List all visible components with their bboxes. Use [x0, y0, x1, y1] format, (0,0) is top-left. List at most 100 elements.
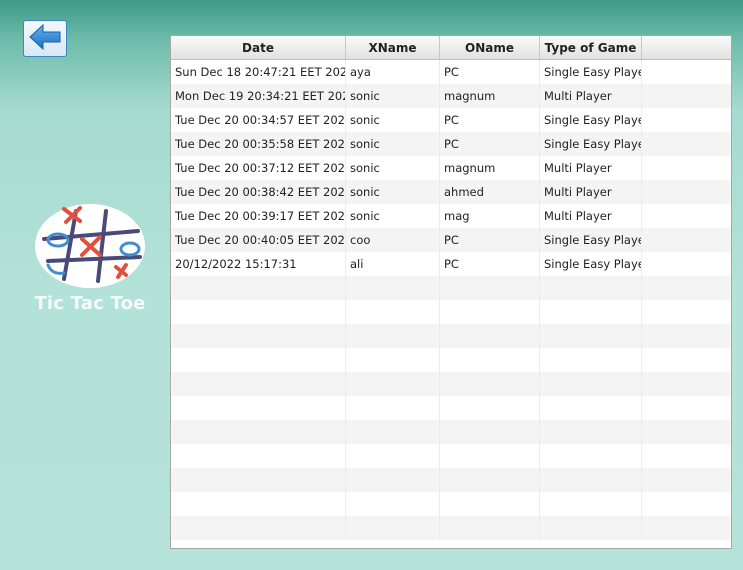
xname-cell: [346, 300, 440, 324]
column-header-type-of-game[interactable]: Type of Game: [540, 36, 642, 59]
filler-cell: [642, 156, 731, 180]
table-row[interactable]: [171, 276, 731, 300]
type-cell: [540, 444, 642, 468]
date-cell: 20/12/2022 15:17:31: [171, 252, 346, 276]
type-cell: [540, 396, 642, 420]
table-row[interactable]: [171, 468, 731, 492]
date-cell: Tue Dec 20 00:39:17 EET 2022: [171, 204, 346, 228]
table-row[interactable]: [171, 324, 731, 348]
oname-cell: PC: [440, 228, 540, 252]
back-button[interactable]: [23, 20, 67, 57]
date-cell: [171, 348, 346, 372]
oname-cell: [440, 444, 540, 468]
date-cell: [171, 300, 346, 324]
oname-cell: PC: [440, 132, 540, 156]
table-row[interactable]: [171, 492, 731, 516]
date-cell: [171, 276, 346, 300]
xname-cell: [346, 420, 440, 444]
date-cell: [171, 516, 346, 540]
type-cell: Single Easy Player: [540, 108, 642, 132]
filler-cell: [642, 60, 731, 84]
table-row[interactable]: Tue Dec 20 00:35:58 EET 2022 sonic PC Singl…: [171, 132, 731, 156]
xname-cell: [346, 444, 440, 468]
table-row[interactable]: [171, 396, 731, 420]
xname-cell: ali: [346, 252, 440, 276]
date-cell: [171, 444, 346, 468]
oname-cell: [440, 420, 540, 444]
type-cell: Multi Player: [540, 180, 642, 204]
type-cell: Single Easy Player: [540, 132, 642, 156]
date-cell: [171, 372, 346, 396]
type-cell: [540, 492, 642, 516]
oname-cell: PC: [440, 108, 540, 132]
oname-cell: [440, 492, 540, 516]
oname-cell: PC: [440, 60, 540, 84]
table-row[interactable]: [171, 516, 731, 540]
type-cell: [540, 420, 642, 444]
type-cell: [540, 372, 642, 396]
date-cell: Tue Dec 20 00:38:42 EET 2022: [171, 180, 346, 204]
table-row[interactable]: Tue Dec 20 00:40:05 EET 2022 coo PC Single …: [171, 228, 731, 252]
app-logo: Tic Tac Toe: [28, 203, 152, 314]
column-header-date[interactable]: Date: [171, 36, 346, 59]
type-cell: [540, 324, 642, 348]
oname-cell: mag: [440, 204, 540, 228]
oname-cell: [440, 276, 540, 300]
game-history-table[interactable]: Date XName OName Type of Game Sun Dec 18…: [170, 35, 732, 549]
oname-cell: [440, 372, 540, 396]
xname-cell: coo: [346, 228, 440, 252]
oname-cell: [440, 324, 540, 348]
date-cell: Sun Dec 18 20:47:21 EET 2022: [171, 60, 346, 84]
table-body: Sun Dec 18 20:47:21 EET 2022 aya PC Single …: [171, 60, 731, 540]
type-cell: Multi Player: [540, 204, 642, 228]
table-row[interactable]: Mon Dec 19 20:34:21 EET 2022 sonic magnum M…: [171, 84, 731, 108]
filler-cell: [642, 252, 731, 276]
table-row[interactable]: Tue Dec 20 00:34:57 EET 2022 sonic PC Singl…: [171, 108, 731, 132]
type-cell: Single Easy Player: [540, 60, 642, 84]
date-cell: Mon Dec 19 20:34:21 EET 2022: [171, 84, 346, 108]
date-cell: [171, 324, 346, 348]
xname-cell: sonic: [346, 132, 440, 156]
oname-cell: ahmed: [440, 180, 540, 204]
table-row[interactable]: Sun Dec 18 20:47:21 EET 2022 aya PC Single …: [171, 60, 731, 84]
table-row[interactable]: [171, 348, 731, 372]
tic-tac-toe-logo-icon: [35, 204, 145, 288]
oname-cell: [440, 468, 540, 492]
filler-cell: [642, 324, 731, 348]
table-row[interactable]: [171, 420, 731, 444]
column-header-filler: [642, 36, 731, 59]
filler-cell: [642, 468, 731, 492]
xname-cell: sonic: [346, 84, 440, 108]
xname-cell: sonic: [346, 204, 440, 228]
column-header-xname[interactable]: XName: [346, 36, 440, 59]
table-header: Date XName OName Type of Game: [171, 36, 731, 60]
filler-cell: [642, 420, 731, 444]
table-row[interactable]: 20/12/2022 15:17:31 ali PC Single Easy Play…: [171, 252, 731, 276]
app-title: Tic Tac Toe: [34, 293, 146, 314]
date-cell: Tue Dec 20 00:37:12 EET 2022: [171, 156, 346, 180]
type-cell: Multi Player: [540, 156, 642, 180]
type-cell: [540, 516, 642, 540]
filler-cell: [642, 300, 731, 324]
arrow-left-icon: [29, 23, 61, 54]
table-row[interactable]: [171, 372, 731, 396]
table-row[interactable]: Tue Dec 20 00:39:17 EET 2022 sonic mag Mult…: [171, 204, 731, 228]
type-cell: [540, 348, 642, 372]
xname-cell: [346, 372, 440, 396]
date-cell: Tue Dec 20 00:40:05 EET 2022: [171, 228, 346, 252]
table-row[interactable]: Tue Dec 20 00:38:42 EET 2022 sonic ahmed Mu…: [171, 180, 731, 204]
date-cell: [171, 468, 346, 492]
oname-cell: [440, 348, 540, 372]
table-row[interactable]: [171, 444, 731, 468]
filler-cell: [642, 276, 731, 300]
column-header-oname[interactable]: OName: [440, 36, 540, 59]
filler-cell: [642, 372, 731, 396]
oname-cell: [440, 300, 540, 324]
table-row[interactable]: Tue Dec 20 00:37:12 EET 2022 sonic magnum M…: [171, 156, 731, 180]
date-cell: [171, 492, 346, 516]
filler-cell: [642, 84, 731, 108]
xname-cell: sonic: [346, 156, 440, 180]
table-row[interactable]: [171, 300, 731, 324]
xname-cell: [346, 348, 440, 372]
xname-cell: [346, 324, 440, 348]
